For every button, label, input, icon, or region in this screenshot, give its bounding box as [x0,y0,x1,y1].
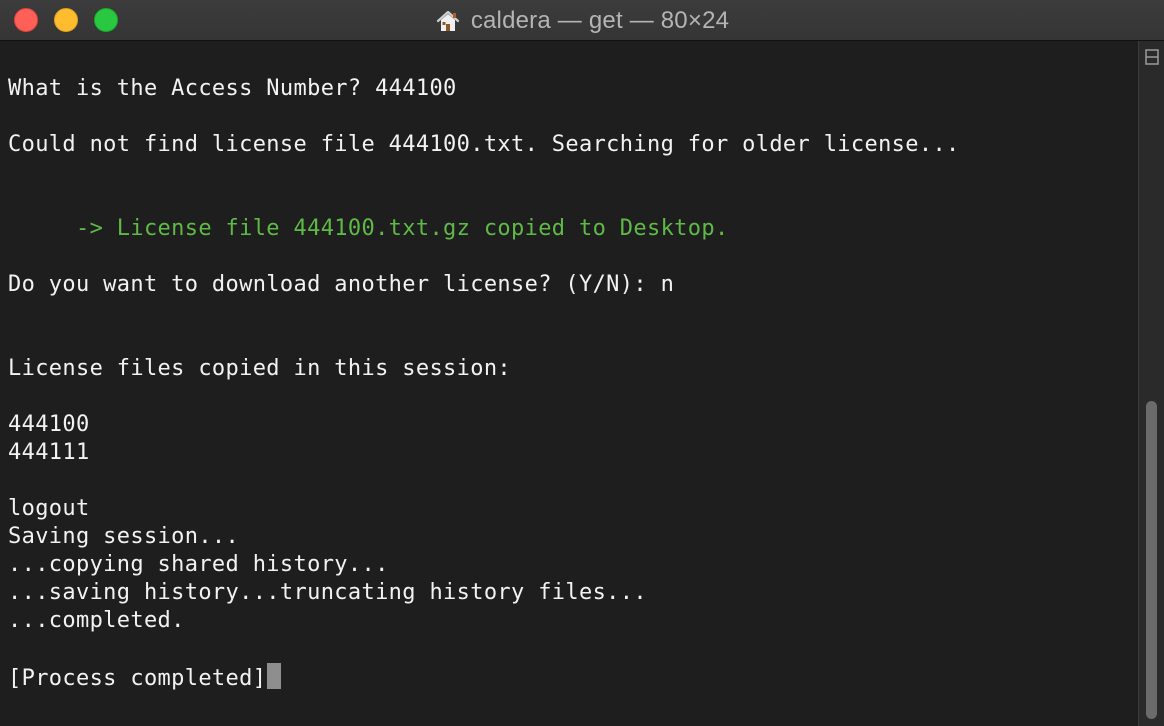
text-cursor [267,663,282,689]
terminal-line: ...copying shared history... [8,552,389,577]
terminal-line: License files copied in this session: [8,356,512,381]
vertical-scrollbar[interactable] [1138,41,1164,726]
terminal-line: 444111 [8,440,90,465]
window-title-area: caldera — get — 80×24 [0,0,1164,41]
terminal-line: What is the Access Number? 444100 [8,76,457,101]
home-icon [436,10,459,31]
terminal-line: Saving session... [8,524,240,549]
terminal-prompt-line: [Process completed] [8,663,282,691]
terminal-line: ...saving history...truncating history f… [8,580,647,605]
terminal-window: caldera — get — 80×24 What is the Access… [0,0,1164,726]
title-bar[interactable]: caldera — get — 80×24 [0,0,1164,41]
terminal-line: 444100 [8,412,90,437]
split-pane-icon[interactable] [1145,49,1159,65]
terminal-output[interactable]: What is the Access Number? 444100 Could … [0,41,1138,726]
window-title: caldera — get — 80×24 [470,6,730,34]
terminal-line-success: -> License file 444100.txt.gz copied to … [8,216,729,241]
terminal-line: Could not find license file 444100.txt. … [8,132,960,157]
terminal-line: ...completed. [8,608,185,633]
process-completed-text: [Process completed] [8,666,267,691]
terminal-line: Do you want to download another license?… [8,272,675,297]
terminal-line: logout [8,496,90,521]
scrollbar-thumb[interactable] [1146,401,1157,719]
